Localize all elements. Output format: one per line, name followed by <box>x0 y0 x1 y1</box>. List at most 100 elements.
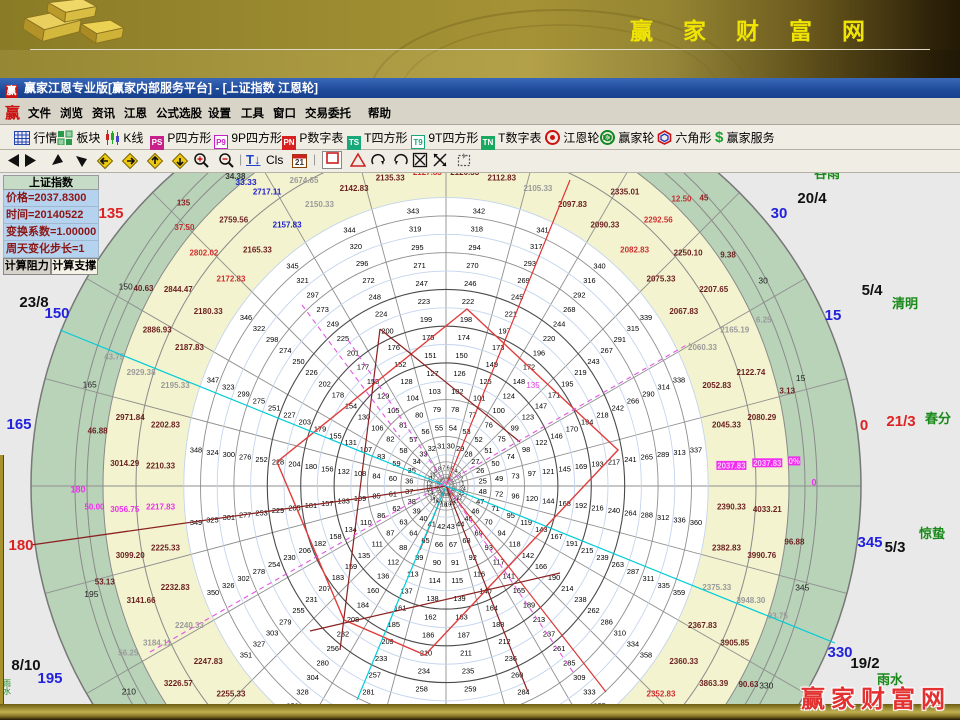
svg-text:5/4: 5/4 <box>862 282 884 299</box>
svg-text:63: 63 <box>399 518 407 527</box>
svg-text:247: 247 <box>416 279 428 288</box>
svg-text:46: 46 <box>471 506 479 515</box>
svg-text:348: 348 <box>190 446 202 455</box>
svg-text:2292.56: 2292.56 <box>644 216 673 225</box>
svg-text:2082.83: 2082.83 <box>620 246 649 255</box>
svg-text:169: 169 <box>575 462 587 471</box>
svg-text:2180.33: 2180.33 <box>194 307 223 316</box>
svg-text:2105.33: 2105.33 <box>523 184 552 193</box>
svg-text:298: 298 <box>266 335 278 344</box>
svg-text:231: 231 <box>305 595 317 604</box>
svg-text:178: 178 <box>332 390 344 399</box>
svg-text:182: 182 <box>314 539 326 548</box>
svg-text:146: 146 <box>550 431 562 440</box>
svg-text:180: 180 <box>305 462 317 471</box>
svg-text:120: 120 <box>526 494 538 503</box>
svg-text:42: 42 <box>437 522 445 531</box>
svg-text:2150.33: 2150.33 <box>305 200 334 209</box>
svg-text:256: 256 <box>327 644 339 653</box>
svg-text:82: 82 <box>386 435 394 444</box>
svg-text:268: 268 <box>563 305 575 314</box>
svg-text:270: 270 <box>466 261 478 270</box>
svg-text:57: 57 <box>409 435 417 444</box>
svg-text:2210.33: 2210.33 <box>146 461 175 470</box>
svg-text:3990.76: 3990.76 <box>747 551 776 560</box>
svg-text:214: 214 <box>561 584 573 593</box>
svg-text:2127.83: 2127.83 <box>413 173 442 177</box>
svg-text:25: 25 <box>479 476 487 485</box>
svg-text:114: 114 <box>429 576 441 585</box>
svg-text:2060.33: 2060.33 <box>688 343 717 352</box>
svg-text:344: 344 <box>343 225 355 234</box>
svg-text:272: 272 <box>362 276 374 285</box>
svg-text:346: 346 <box>240 313 252 322</box>
svg-text:15: 15 <box>825 307 842 324</box>
svg-text:326: 326 <box>222 581 234 590</box>
svg-text:358: 358 <box>640 651 652 660</box>
svg-text:66: 66 <box>435 540 443 549</box>
svg-text:315: 315 <box>627 324 639 333</box>
svg-text:192: 192 <box>575 501 587 510</box>
svg-text:359: 359 <box>673 588 685 597</box>
svg-text:43.75: 43.75 <box>104 353 125 362</box>
svg-text:328: 328 <box>296 687 308 696</box>
svg-text:265: 265 <box>641 453 653 462</box>
svg-text:62: 62 <box>392 504 400 513</box>
svg-text:52: 52 <box>474 435 482 444</box>
svg-text:136: 136 <box>377 572 389 581</box>
svg-text:37.50: 37.50 <box>174 223 195 232</box>
svg-text:135: 135 <box>177 198 191 207</box>
svg-text:2674.65: 2674.65 <box>290 176 319 185</box>
svg-text:286: 286 <box>601 617 613 626</box>
svg-text:127: 127 <box>426 369 438 378</box>
svg-text:195: 195 <box>37 670 62 687</box>
svg-text:15: 15 <box>796 373 806 383</box>
svg-text:233: 233 <box>375 654 387 663</box>
svg-text:76: 76 <box>485 421 493 430</box>
svg-text:2120.33: 2120.33 <box>450 173 479 177</box>
svg-text:215: 215 <box>581 546 593 555</box>
svg-text:296: 296 <box>356 259 368 268</box>
svg-text:336: 336 <box>673 516 685 525</box>
svg-text:340: 340 <box>593 262 605 271</box>
svg-text:8/10: 8/10 <box>11 657 40 674</box>
svg-text:2122.74: 2122.74 <box>736 368 765 377</box>
svg-text:30: 30 <box>447 441 455 450</box>
svg-text:30: 30 <box>771 205 788 222</box>
svg-text:162: 162 <box>424 612 436 621</box>
svg-text:184: 184 <box>357 601 369 610</box>
svg-text:342: 342 <box>473 207 485 216</box>
svg-text:2172.83: 2172.83 <box>217 275 246 284</box>
svg-text:3099.20: 3099.20 <box>116 551 145 560</box>
svg-text:2075.33: 2075.33 <box>647 275 676 284</box>
svg-text:191: 191 <box>566 539 578 548</box>
svg-text:2052.83: 2052.83 <box>702 381 731 390</box>
svg-text:338: 338 <box>673 376 685 385</box>
svg-text:320: 320 <box>350 242 362 251</box>
svg-text:3863.39: 3863.39 <box>699 679 728 688</box>
svg-text:40.63: 40.63 <box>133 284 154 293</box>
svg-text:7: 7 <box>442 465 445 471</box>
svg-text:238: 238 <box>574 595 586 604</box>
svg-text:234: 234 <box>418 666 430 675</box>
svg-text:21: 21 <box>295 158 304 167</box>
svg-text:196: 196 <box>533 348 545 357</box>
svg-text:33.33: 33.33 <box>235 177 257 187</box>
svg-text:2360.33: 2360.33 <box>669 657 698 666</box>
svg-text:87: 87 <box>386 529 394 538</box>
svg-text:150: 150 <box>455 351 467 360</box>
svg-text:219: 219 <box>574 368 586 377</box>
svg-text:183: 183 <box>332 573 344 582</box>
svg-text:46.88: 46.88 <box>88 426 109 435</box>
svg-text:6: 6 <box>446 476 448 480</box>
svg-text:2382.83: 2382.83 <box>712 543 741 552</box>
svg-text:345: 345 <box>857 534 882 551</box>
svg-text:135: 135 <box>358 551 370 560</box>
svg-text:216: 216 <box>591 504 603 513</box>
svg-text:266: 266 <box>627 396 639 405</box>
svg-text:5/3: 5/3 <box>885 539 906 556</box>
svg-text:299: 299 <box>237 390 249 399</box>
svg-text:2802.02: 2802.02 <box>189 249 218 258</box>
svg-text:3014.29: 3014.29 <box>110 459 139 468</box>
svg-text:360: 360 <box>690 518 702 527</box>
